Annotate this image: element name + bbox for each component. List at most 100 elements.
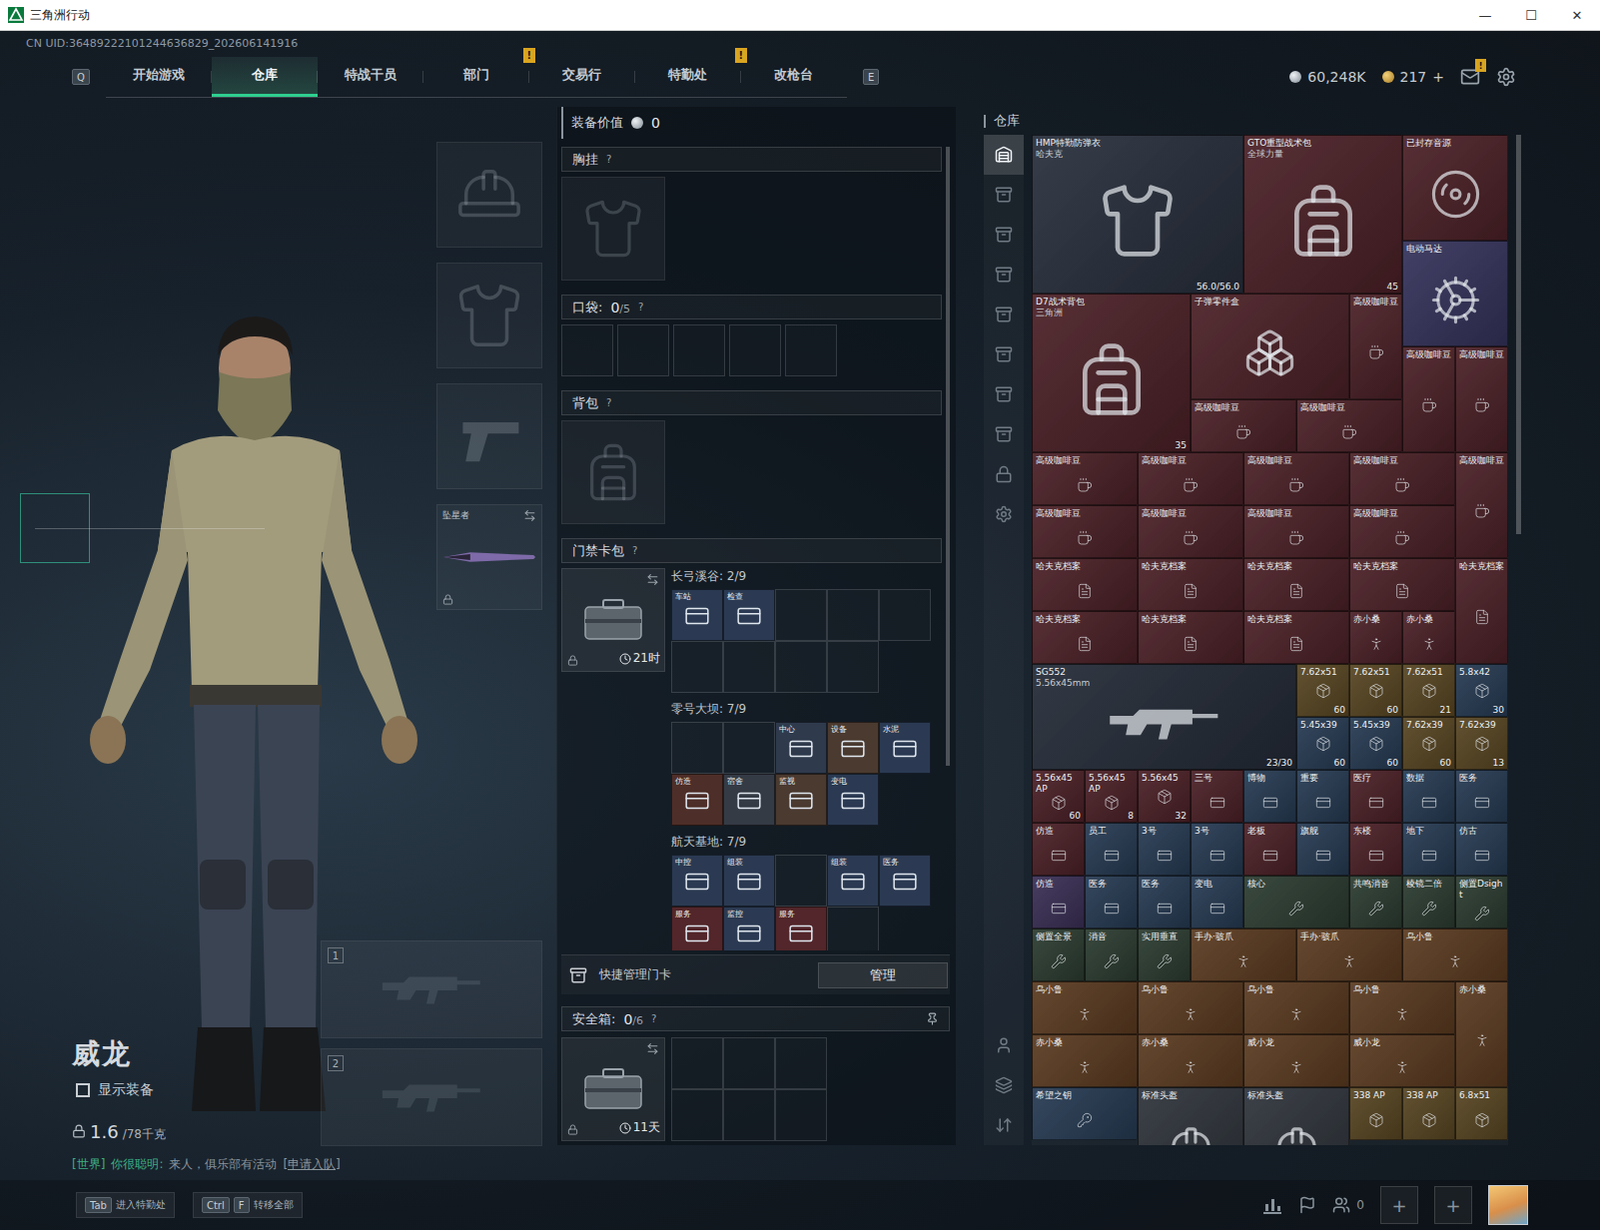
empty-slot[interactable] — [775, 589, 827, 642]
warehouse-item[interactable]: 电动马达 — [1402, 240, 1509, 347]
warehouse-item[interactable]: 高级咖啡豆 — [1349, 505, 1456, 559]
warehouse-item[interactable]: SG5525.56x45mm23/30 — [1031, 664, 1297, 771]
warehouse-tab[interactable] — [983, 1025, 1024, 1066]
warehouse-item[interactable]: 共鸣消音 — [1349, 875, 1403, 929]
warehouse-item[interactable]: 数据 — [1402, 770, 1456, 823]
warehouse-item[interactable]: 高级咖啡豆 — [1349, 293, 1403, 400]
warehouse-item[interactable]: 哈夫克档案 — [1137, 558, 1244, 612]
player-avatar[interactable] — [1488, 1185, 1529, 1226]
window-button[interactable]: ✕ — [1554, 0, 1600, 30]
empty-slot[interactable] — [673, 324, 726, 377]
warehouse-item[interactable]: 仿造 — [1031, 875, 1085, 929]
warehouse-item[interactable]: 地下 — [1402, 822, 1456, 876]
keycard[interactable]: 变电 — [826, 774, 879, 826]
empty-slot[interactable] — [671, 1037, 724, 1090]
empty-slot[interactable] — [785, 324, 837, 377]
empty-slot[interactable] — [671, 641, 724, 694]
warehouse-item[interactable]: 消音 — [1084, 928, 1138, 982]
warehouse-item[interactable]: 重要 — [1296, 770, 1350, 823]
warehouse-item[interactable]: 博物 — [1243, 770, 1297, 823]
empty-slot[interactable] — [826, 906, 879, 951]
warehouse-item[interactable]: 哈夫克档案 — [1243, 558, 1350, 612]
nav-tab[interactable]: 改枪台 — [741, 56, 847, 97]
icon-button[interactable]: ! — [1460, 66, 1481, 87]
settings-icon[interactable] — [1496, 66, 1517, 87]
weapon-slot[interactable]: 2 — [320, 1048, 543, 1147]
warehouse-item[interactable]: 乌小鲁 — [1243, 981, 1350, 1035]
keycard[interactable]: 组装 — [723, 854, 776, 907]
empty-slot[interactable] — [729, 324, 782, 377]
warehouse-item[interactable]: 仿古 — [1455, 822, 1509, 876]
warehouse-item[interactable]: 哈夫克档案 — [1349, 558, 1456, 612]
warehouse-item[interactable]: 338 AP — [1402, 1087, 1456, 1141]
shortcut-hint[interactable]: CtrlF转移全部 — [192, 1192, 303, 1219]
warehouse-tab[interactable] — [983, 254, 1024, 295]
empty-slot[interactable] — [826, 589, 879, 642]
warehouse-item[interactable]: 乌小鲁 — [1137, 981, 1244, 1035]
warehouse-tab[interactable] — [983, 494, 1024, 535]
warehouse-item[interactable]: 3号 — [1190, 822, 1244, 876]
keycard[interactable]: 车站 — [671, 589, 724, 642]
empty-slot[interactable] — [826, 641, 879, 694]
warehouse-item[interactable]: 7.62x5121 — [1402, 664, 1456, 718]
warehouse-item[interactable]: 威小龙 — [1349, 1034, 1456, 1088]
checkbox[interactable] — [75, 1083, 90, 1098]
help-button[interactable]: ? — [632, 545, 638, 557]
warehouse-item[interactable]: 高级咖啡豆 — [1402, 346, 1456, 453]
warehouse-item[interactable]: 7.62x3913 — [1455, 717, 1509, 771]
case-slot[interactable]: 21时 — [561, 568, 666, 673]
keycard[interactable]: 组装 — [826, 854, 879, 907]
warehouse-item[interactable]: 5.45x3960 — [1349, 717, 1403, 771]
warehouse-item[interactable]: 子弹零件盒 — [1190, 293, 1350, 400]
warehouse-item[interactable]: 旗舰 — [1296, 822, 1350, 876]
warehouse-item[interactable]: 3号 — [1137, 822, 1191, 876]
keycard[interactable]: 宿舍 — [723, 774, 776, 826]
warehouse-item[interactable]: 老板 — [1243, 822, 1297, 876]
nav-tab[interactable]: 特战干员 — [317, 56, 424, 97]
keycard[interactable]: 水泥 — [878, 722, 931, 775]
warehouse-item[interactable]: 威小龙 — [1243, 1034, 1350, 1088]
warehouse-item[interactable]: 希望之钥 — [1031, 1087, 1138, 1141]
warehouse-item[interactable]: 标准头盔 — [1243, 1087, 1350, 1146]
warehouse-item[interactable]: 医疗 — [1349, 770, 1403, 823]
keycard[interactable]: 中控 — [671, 854, 724, 907]
warehouse-item[interactable]: 5.56x4532 — [1137, 770, 1191, 823]
empty-slot[interactable] — [775, 854, 827, 907]
warehouse-item[interactable]: 员工 — [1084, 822, 1138, 876]
warehouse-item[interactable]: 5.56x45 AP8 — [1084, 770, 1138, 823]
warehouse-item[interactable]: 东楼 — [1349, 822, 1403, 876]
keycard[interactable]: 仿造 — [671, 774, 724, 826]
layers-icon[interactable] — [994, 1076, 1013, 1095]
scrollbar[interactable] — [945, 138, 950, 951]
warehouse-tab[interactable] — [983, 134, 1024, 175]
manage-button[interactable]: 管理 — [817, 962, 948, 989]
warehouse-item[interactable]: 高级咖啡豆 — [1243, 505, 1350, 559]
empty-slot[interactable] — [775, 641, 827, 694]
gear-slot[interactable]: 坠星者 — [436, 504, 543, 611]
scrollbar[interactable] — [1516, 134, 1522, 1146]
warehouse-item[interactable]: 7.62x3960 — [1402, 717, 1456, 771]
warehouse-item[interactable]: 高级咖啡豆 — [1243, 452, 1350, 506]
warehouse-item[interactable]: 赤小桑 — [1455, 981, 1509, 1088]
help-button[interactable]: ? — [651, 1013, 657, 1025]
warehouse-item[interactable]: 高级咖啡豆 — [1349, 452, 1456, 506]
warehouse-item[interactable]: 高级咖啡豆 — [1190, 399, 1297, 453]
warehouse-item[interactable]: 赤小桑 — [1349, 611, 1403, 665]
chat-link[interactable]: [申请入队] — [282, 1156, 340, 1174]
help-button[interactable]: ? — [606, 153, 612, 165]
warehouse-item[interactable]: 5.45x3960 — [1296, 717, 1350, 771]
warehouse-item[interactable]: HMP特勤防弹衣哈夫克56.0/56.0 — [1031, 134, 1244, 294]
warehouse-item[interactable]: 7.62x5160 — [1296, 664, 1350, 718]
warehouse-item[interactable]: 手办·骇爪 — [1190, 928, 1297, 982]
warehouse-item[interactable]: 7.62x5160 — [1349, 664, 1403, 718]
case-slot[interactable]: 11天 — [561, 1037, 666, 1142]
warehouse-item[interactable]: 侧置Dsight — [1455, 875, 1509, 929]
nav-tab[interactable]: 仓库 — [211, 56, 318, 97]
nav-tab[interactable]: 开始游戏 — [105, 56, 212, 97]
keycard[interactable]: 服务 — [775, 906, 827, 951]
warehouse-item[interactable]: 医务 — [1084, 875, 1138, 929]
warehouse-item[interactable]: 赤小桑 — [1137, 1034, 1244, 1088]
icon-button[interactable] — [1496, 66, 1517, 87]
warehouse-item[interactable]: 棱镜二倍 — [1402, 875, 1456, 929]
sort-icon[interactable] — [994, 1116, 1013, 1135]
